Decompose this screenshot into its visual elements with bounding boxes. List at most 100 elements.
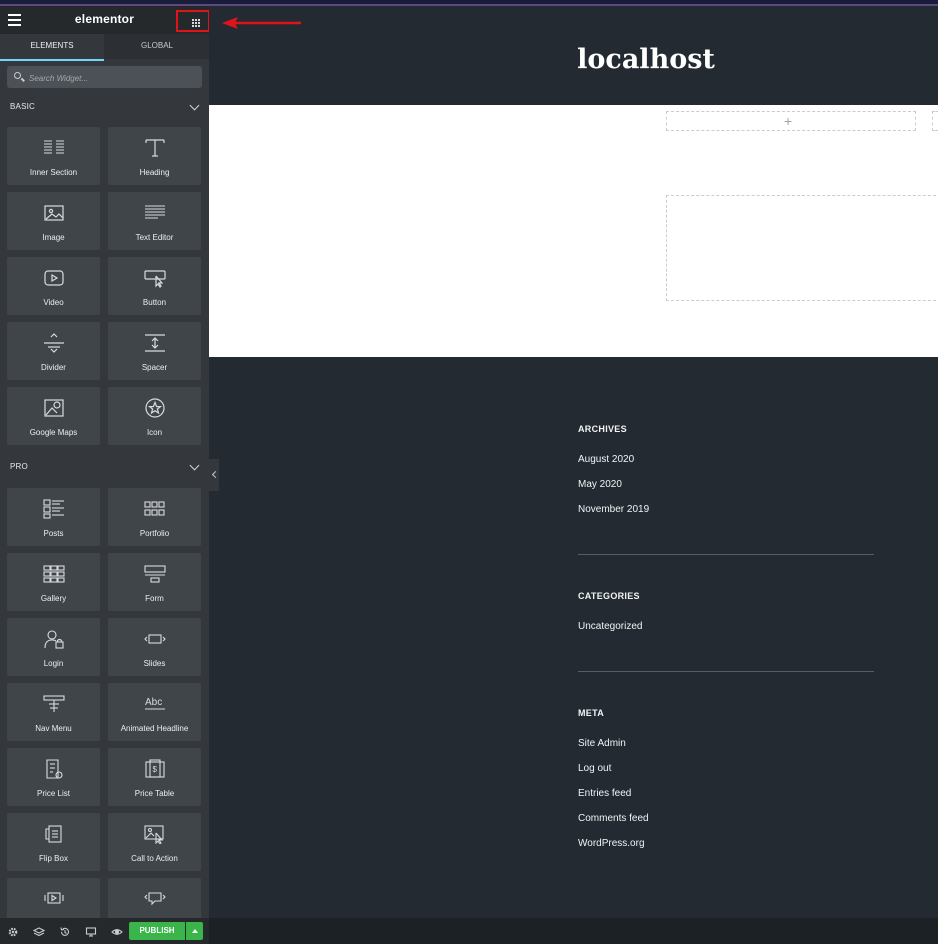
spacer-icon xyxy=(145,334,165,352)
widget-label: Text Editor xyxy=(135,233,174,242)
widget-divider[interactable]: Divider xyxy=(7,322,100,380)
animated-headline-icon: Abc xyxy=(145,697,165,710)
flip-box-icon xyxy=(45,825,62,843)
nav-menu-icon xyxy=(43,695,65,712)
widget-label: Icon xyxy=(146,428,163,437)
widget-label: Price List xyxy=(37,789,70,798)
panel-footer: PUBLISH xyxy=(0,918,209,944)
widget-divider xyxy=(578,554,874,555)
button-icon xyxy=(144,270,166,288)
widget-nav-menu[interactable]: Nav Menu xyxy=(7,683,100,741)
category-link[interactable]: Uncategorized xyxy=(578,621,642,632)
svg-text:Abc: Abc xyxy=(145,697,162,708)
widget-label: Flip Box xyxy=(39,854,68,863)
widget-button[interactable]: Button xyxy=(108,257,201,315)
widget-form[interactable]: Form xyxy=(108,553,201,611)
gallery-icon xyxy=(43,565,65,583)
widget-portfolio[interactable]: Portfolio xyxy=(108,488,201,546)
widget-title-meta: META xyxy=(578,708,605,718)
widget-login[interactable]: Login xyxy=(7,618,100,676)
widget-flip-box[interactable]: Flip Box xyxy=(7,813,100,871)
widget-testimonial-carousel[interactable] xyxy=(108,878,201,918)
desktop-icon xyxy=(85,927,97,937)
widget-image[interactable]: Image xyxy=(7,192,100,250)
widget-label: Button xyxy=(142,298,167,307)
chevron-down-icon[interactable] xyxy=(189,460,200,471)
widget-price-table[interactable]: $ Price Table xyxy=(108,748,201,806)
widget-text-editor[interactable]: Text Editor xyxy=(108,192,201,250)
widget-media-carousel[interactable] xyxy=(7,878,100,918)
meta-link[interactable]: Site Admin xyxy=(578,738,626,749)
column-placeholder[interactable] xyxy=(932,111,938,131)
widget-price-list[interactable]: Price List xyxy=(7,748,100,806)
gear-icon xyxy=(8,927,18,937)
widget-gallery[interactable]: Gallery xyxy=(7,553,100,611)
widget-posts[interactable]: Posts xyxy=(7,488,100,546)
widget-video[interactable]: Video xyxy=(7,257,100,315)
site-title[interactable]: localhost xyxy=(209,44,938,75)
widget-label: Login xyxy=(43,659,64,668)
chevron-down-icon[interactable] xyxy=(189,100,200,111)
posts-icon xyxy=(43,499,64,519)
widget-slides[interactable]: Slides xyxy=(108,618,201,676)
media-carousel-icon xyxy=(44,892,64,904)
widget-label: Heading xyxy=(139,168,170,177)
widget-icon[interactable]: Icon xyxy=(108,387,201,445)
widget-title-archives: ARCHIVES xyxy=(578,424,627,434)
divider-icon xyxy=(44,333,64,353)
widget-spacer[interactable]: Spacer xyxy=(108,322,201,380)
archive-link[interactable]: May 2020 xyxy=(578,479,622,490)
video-icon xyxy=(44,270,64,286)
widget-google-maps[interactable]: Google Maps xyxy=(7,387,100,445)
widget-label: Posts xyxy=(43,529,64,538)
price-list-icon xyxy=(46,759,63,779)
widget-call-to-action[interactable]: Call to Action xyxy=(108,813,201,871)
portfolio-icon xyxy=(144,501,165,516)
category-title-basic[interactable]: BASIC xyxy=(10,102,35,111)
plus-icon[interactable]: + xyxy=(784,113,792,129)
empty-column-placeholder[interactable] xyxy=(666,195,938,301)
inner-section-icon xyxy=(44,140,64,154)
pro-widgets-grid: Posts Portfolio Gallery Form Login Slide… xyxy=(7,488,202,918)
navigator-button[interactable] xyxy=(32,925,46,937)
meta-link[interactable]: WordPress.org xyxy=(578,838,645,849)
tab-global[interactable]: GLOBAL xyxy=(105,34,209,59)
meta-link[interactable]: Entries feed xyxy=(578,788,631,799)
archive-link[interactable]: August 2020 xyxy=(578,454,634,465)
image-icon xyxy=(44,205,64,221)
widget-animated-headline[interactable]: Abc Animated Headline xyxy=(108,683,201,741)
add-element-placeholder[interactable]: + xyxy=(666,111,916,131)
elementor-panel: elementor ELEMENTS GLOBAL BASIC Inner Se… xyxy=(0,6,209,918)
widget-label: Slides xyxy=(143,659,166,668)
slides-icon xyxy=(144,634,166,644)
login-icon xyxy=(44,630,64,649)
widget-heading[interactable]: Heading xyxy=(108,127,201,185)
svg-text:$: $ xyxy=(153,765,158,774)
publish-button[interactable]: PUBLISH xyxy=(129,922,185,940)
star-icon xyxy=(145,398,165,418)
search-icon xyxy=(14,72,21,79)
history-button[interactable] xyxy=(59,925,71,937)
widget-label: Nav Menu xyxy=(35,724,72,733)
widget-inner-section[interactable]: Inner Section xyxy=(7,127,100,185)
widgets-grid-button[interactable] xyxy=(176,10,209,32)
history-icon xyxy=(60,927,70,936)
price-table-icon: $ xyxy=(145,759,165,778)
preview-changes-button[interactable] xyxy=(111,925,123,937)
widget-label: Form xyxy=(145,594,164,603)
widget-label: Portfolio xyxy=(139,529,170,538)
settings-button[interactable] xyxy=(7,925,19,937)
widget-label: Google Maps xyxy=(29,428,78,437)
archive-link[interactable]: November 2019 xyxy=(578,504,649,515)
widget-search xyxy=(7,66,202,88)
tab-elements[interactable]: ELEMENTS xyxy=(0,34,104,61)
responsive-mode-button[interactable] xyxy=(85,925,97,937)
widget-label: Call to Action xyxy=(131,854,178,863)
meta-link[interactable]: Log out xyxy=(578,763,611,774)
publish-options-button[interactable] xyxy=(186,922,203,940)
google-maps-icon xyxy=(44,399,64,417)
widget-label: Gallery xyxy=(40,594,67,603)
category-title-pro[interactable]: PRO xyxy=(10,462,28,471)
meta-link[interactable]: Comments feed xyxy=(578,813,649,824)
search-widget-input[interactable] xyxy=(27,69,201,87)
